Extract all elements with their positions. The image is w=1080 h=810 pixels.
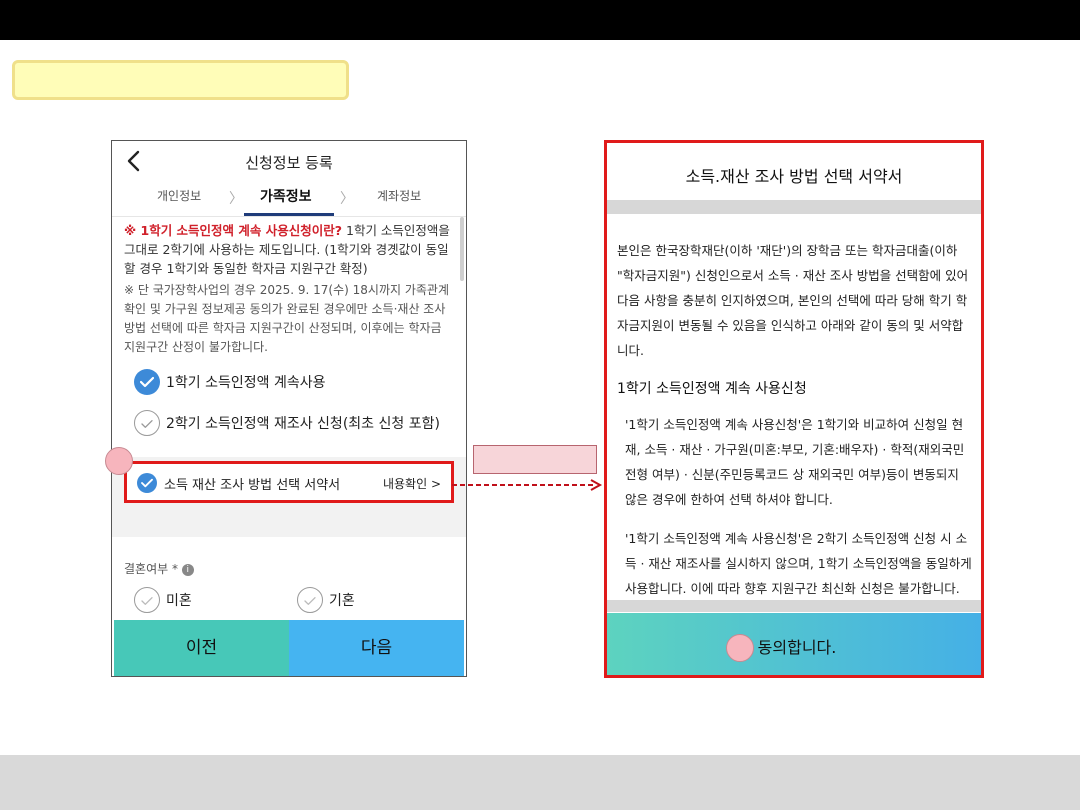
modal-content[interactable]: 본인은 한국장학재단(이하 '재단')의 장학금 또는 학자금대출(이하 "학자…	[617, 238, 974, 675]
radio-label: 미혼	[166, 593, 192, 609]
check-icon	[134, 410, 160, 436]
marriage-status-label: 결혼여부 * i	[124, 560, 194, 577]
check-icon	[134, 369, 160, 395]
chevron-right-icon: 〉	[229, 191, 243, 207]
modal-paragraph: '1학기 소득인정액 계속 사용신청'은 2학기 소득인정액 신청 시 소득 ·…	[625, 531, 972, 596]
notice-deadline: ※ 단 국가장학사업의 경우 2025. 9. 17(수) 18시까지 가족관계…	[124, 283, 449, 354]
step-marker	[105, 447, 133, 475]
pledge-modal: 소득.재산 조사 방법 선택 서약서 본인은 한국장학재단(이하 '재단')의 …	[604, 140, 984, 678]
agreement-row[interactable]: 소득 재산 조사 방법 선택 서약서 내용확인 >	[124, 461, 454, 503]
agree-button-label: 동의합니다.	[757, 638, 837, 657]
active-tab-indicator	[244, 213, 334, 216]
phone-screen: 신청정보 등록 개인정보 〉 가족정보 〉 계좌정보 ※ 1학기 소득인정액 계…	[111, 140, 467, 677]
modal-divider-bottom	[607, 600, 981, 612]
tab-family-info[interactable]: 가족정보	[260, 186, 312, 206]
modal-intro: 본인은 한국장학재단(이하 '재단')의 장학금 또는 학자금대출(이하 "학자…	[617, 243, 969, 358]
check-icon	[297, 587, 323, 613]
chevron-right-icon: 〉	[340, 191, 354, 207]
step-marker	[726, 634, 754, 662]
tab-account-info[interactable]: 계좌정보	[377, 187, 421, 204]
check-icon	[134, 587, 160, 613]
option-label: 1학기 소득인정액 계속사용	[166, 375, 326, 391]
bottom-gray-band	[0, 755, 1080, 810]
page-title: 신청정보 등록	[245, 154, 333, 172]
step-tabs: 개인정보 〉 가족정보 〉 계좌정보	[112, 183, 466, 217]
marriage-label-text: 결혼여부 *	[124, 562, 178, 576]
radio-label: 기혼	[329, 593, 355, 609]
agreement-label: 소득 재산 조사 방법 선택 서약서	[164, 478, 341, 493]
callout-label-box	[473, 445, 597, 474]
top-black-bar	[0, 0, 1080, 40]
agree-button[interactable]: 동의합니다.	[607, 613, 981, 675]
notice-red-lead: ※ 1학기 소득인정액 계속 사용신청이란?	[124, 223, 343, 238]
slide-title-box	[12, 60, 349, 100]
scrollbar[interactable]	[460, 217, 464, 281]
modal-section-heading: 1학기 소득인정액 계속 사용신청	[617, 381, 807, 397]
notice-continuation-info: ※ 1학기 소득인정액 계속 사용신청이란? 1학기 소득인정액을 그대로 2학…	[124, 221, 454, 278]
tab-personal-info[interactable]: 개인정보	[157, 187, 201, 204]
next-button[interactable]: 다음	[289, 620, 464, 676]
modal-paragraph: '1학기 소득인정액 계속 사용신청'은 1학기와 비교하여 신청일 현재, 소…	[625, 417, 965, 507]
app-header: 신청정보 등록	[112, 141, 466, 181]
info-icon[interactable]: i	[181, 563, 194, 576]
view-content-link[interactable]: 내용확인 >	[383, 475, 441, 492]
bottom-buttons: 이전 다음	[112, 619, 466, 676]
modal-divider	[607, 200, 981, 214]
form-scroll-area[interactable]: ※ 1학기 소득인정액 계속 사용신청이란? 1학기 소득인정액을 그대로 2학…	[112, 217, 466, 619]
option-label: 2학기 소득인정액 재조사 신청(최초 신청 포함)	[166, 416, 440, 432]
prev-button[interactable]: 이전	[114, 620, 289, 676]
check-icon	[137, 473, 157, 493]
modal-title: 소득.재산 조사 방법 선택 서약서	[685, 167, 903, 186]
